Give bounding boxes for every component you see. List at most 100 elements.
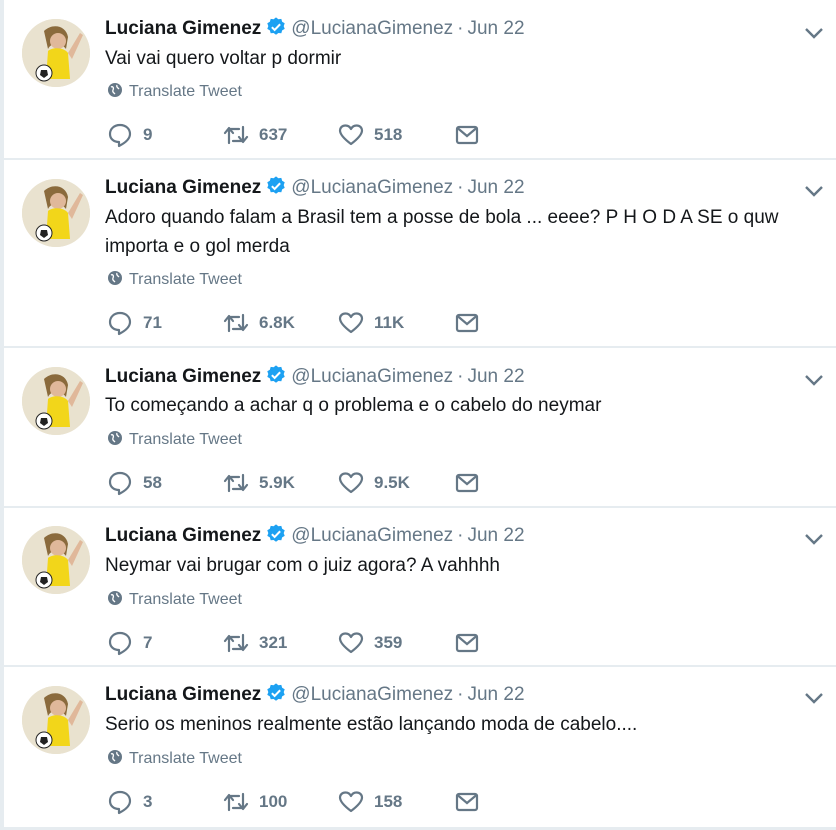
reply-button[interactable]: 58 bbox=[107, 468, 162, 498]
heart-icon bbox=[338, 791, 364, 813]
display-name[interactable]: Luciana Gimenez bbox=[105, 366, 261, 387]
reply-button[interactable]: 71 bbox=[107, 308, 162, 338]
translate-tweet-link[interactable]: Translate Tweet bbox=[107, 749, 242, 769]
tweet-text: Vai vai quero voltar p dormir bbox=[105, 48, 342, 69]
display-name[interactable]: Luciana Gimenez bbox=[105, 684, 261, 705]
avatar[interactable] bbox=[22, 19, 90, 87]
globe-icon bbox=[108, 271, 122, 285]
reply-icon bbox=[108, 631, 132, 656]
user-handle[interactable]: @LucianaGimenez bbox=[291, 525, 453, 546]
retweet-count: 5.9K bbox=[259, 473, 295, 492]
translate-tweet-link[interactable]: Translate Tweet bbox=[107, 270, 242, 290]
envelope-icon bbox=[455, 313, 479, 333]
tweet-text: Adoro quando falam a Brasil tem a posse … bbox=[105, 207, 779, 257]
tweet-card[interactable]: Luciana Gimenez @LucianaGimenez · Jun 22 Ne… bbox=[3, 508, 836, 665]
reply-button[interactable]: 3 bbox=[107, 787, 152, 817]
verified-badge-icon bbox=[267, 17, 285, 35]
like-button[interactable]: 11K bbox=[338, 308, 404, 338]
retweet-icon bbox=[223, 313, 249, 333]
reply-count: 9 bbox=[143, 125, 153, 144]
chevron-down-icon[interactable] bbox=[804, 26, 824, 40]
tweet-header: Luciana Gimenez @LucianaGimenez · Jun 22 bbox=[105, 175, 525, 201]
avatar-image bbox=[22, 526, 90, 594]
retweet-icon bbox=[223, 125, 249, 145]
avatar[interactable] bbox=[22, 686, 90, 754]
like-button[interactable]: 158 bbox=[338, 787, 402, 817]
display-name[interactable]: Luciana Gimenez bbox=[105, 525, 261, 546]
chevron-down-icon[interactable] bbox=[804, 373, 824, 387]
heart-icon bbox=[338, 124, 364, 146]
like-count: 11K bbox=[374, 313, 405, 332]
translate-tweet-link[interactable]: Translate Tweet bbox=[107, 82, 242, 102]
verified-badge-icon bbox=[267, 524, 285, 542]
user-handle[interactable]: @LucianaGimenez bbox=[291, 177, 453, 198]
heart-icon bbox=[338, 472, 364, 494]
retweet-button[interactable]: 637 bbox=[223, 120, 287, 150]
reply-count: 71 bbox=[143, 313, 162, 332]
direct-message-button[interactable] bbox=[454, 787, 480, 817]
user-handle[interactable]: @LucianaGimenez bbox=[291, 366, 453, 387]
like-button[interactable]: 9.5K bbox=[338, 468, 410, 498]
avatar[interactable] bbox=[22, 367, 90, 435]
direct-message-button[interactable] bbox=[454, 468, 480, 498]
tweet-text: To começando a achar q o problema e o ca… bbox=[105, 395, 602, 416]
chevron-down-icon[interactable] bbox=[804, 691, 824, 705]
tweet-header: Luciana Gimenez @LucianaGimenez · Jun 22 bbox=[105, 16, 525, 42]
tweet-card[interactable]: Luciana Gimenez @LucianaGimenez · Jun 22 Ad… bbox=[3, 160, 836, 346]
tweet-date[interactable]: Jun 22 bbox=[467, 366, 524, 387]
direct-message-button[interactable] bbox=[454, 628, 480, 658]
user-handle[interactable]: @LucianaGimenez bbox=[291, 684, 453, 705]
tweet-date[interactable]: Jun 22 bbox=[467, 18, 524, 39]
tweet-date[interactable]: Jun 22 bbox=[467, 525, 524, 546]
tweet-date[interactable]: Jun 22 bbox=[467, 684, 524, 705]
timeline-feed: Luciana Gimenez @LucianaGimenez · Jun 22 Va… bbox=[0, 0, 836, 830]
avatar-image bbox=[22, 19, 90, 87]
retweet-icon bbox=[223, 473, 249, 493]
tweet-header: Luciana Gimenez @LucianaGimenez · Jun 22 bbox=[105, 364, 525, 390]
tweet-card[interactable]: Luciana Gimenez @LucianaGimenez · Jun 22 To… bbox=[3, 348, 836, 506]
reply-icon bbox=[108, 123, 132, 148]
chevron-down-icon[interactable] bbox=[804, 184, 824, 198]
reply-button[interactable]: 9 bbox=[107, 120, 152, 150]
tweet-text: Neymar vai brugar com o juiz agora? A va… bbox=[105, 555, 500, 576]
retweet-count: 637 bbox=[259, 125, 288, 144]
like-button[interactable]: 518 bbox=[338, 120, 402, 150]
heart-icon bbox=[338, 312, 364, 334]
tweet-card[interactable]: Luciana Gimenez @LucianaGimenez · Jun 22 Va… bbox=[3, 0, 836, 158]
display-name[interactable]: Luciana Gimenez bbox=[105, 18, 261, 39]
direct-message-button[interactable] bbox=[454, 308, 480, 338]
avatar[interactable] bbox=[22, 179, 90, 247]
tweet-header: Luciana Gimenez @LucianaGimenez · Jun 22 bbox=[105, 682, 525, 708]
translate-label: Translate Tweet bbox=[129, 591, 242, 608]
tweet-text: Serio os meninos realmente estão lançand… bbox=[105, 714, 638, 735]
user-handle[interactable]: @LucianaGimenez bbox=[291, 18, 453, 39]
tweet-card[interactable]: Luciana Gimenez @LucianaGimenez · Jun 22 Se… bbox=[3, 667, 836, 827]
translate-tweet-link[interactable]: Translate Tweet bbox=[107, 590, 242, 610]
chevron-down-icon[interactable] bbox=[804, 532, 824, 546]
heart-icon bbox=[338, 632, 364, 654]
like-count: 359 bbox=[374, 633, 403, 652]
reply-count: 58 bbox=[143, 473, 162, 492]
like-button[interactable]: 359 bbox=[338, 628, 402, 658]
reply-count: 7 bbox=[143, 633, 153, 652]
globe-icon bbox=[108, 750, 122, 764]
retweet-icon bbox=[223, 792, 249, 812]
retweet-button[interactable]: 6.8K bbox=[223, 308, 295, 338]
tweet-date[interactable]: Jun 22 bbox=[467, 177, 524, 198]
direct-message-button[interactable] bbox=[454, 120, 480, 150]
retweet-button[interactable]: 321 bbox=[223, 628, 287, 658]
reply-count: 3 bbox=[143, 792, 153, 811]
globe-icon bbox=[108, 591, 122, 605]
verified-badge-icon bbox=[267, 683, 285, 701]
separator-dot: · bbox=[457, 525, 464, 546]
display-name[interactable]: Luciana Gimenez bbox=[105, 177, 261, 198]
reply-button[interactable]: 7 bbox=[107, 628, 152, 658]
retweet-button[interactable]: 5.9K bbox=[223, 468, 295, 498]
retweet-count: 100 bbox=[259, 792, 288, 811]
translate-tweet-link[interactable]: Translate Tweet bbox=[107, 430, 242, 450]
retweet-button[interactable]: 100 bbox=[223, 787, 287, 817]
envelope-icon bbox=[455, 125, 479, 145]
separator-dot: · bbox=[457, 366, 464, 387]
separator-dot: · bbox=[457, 684, 464, 705]
avatar[interactable] bbox=[22, 526, 90, 594]
